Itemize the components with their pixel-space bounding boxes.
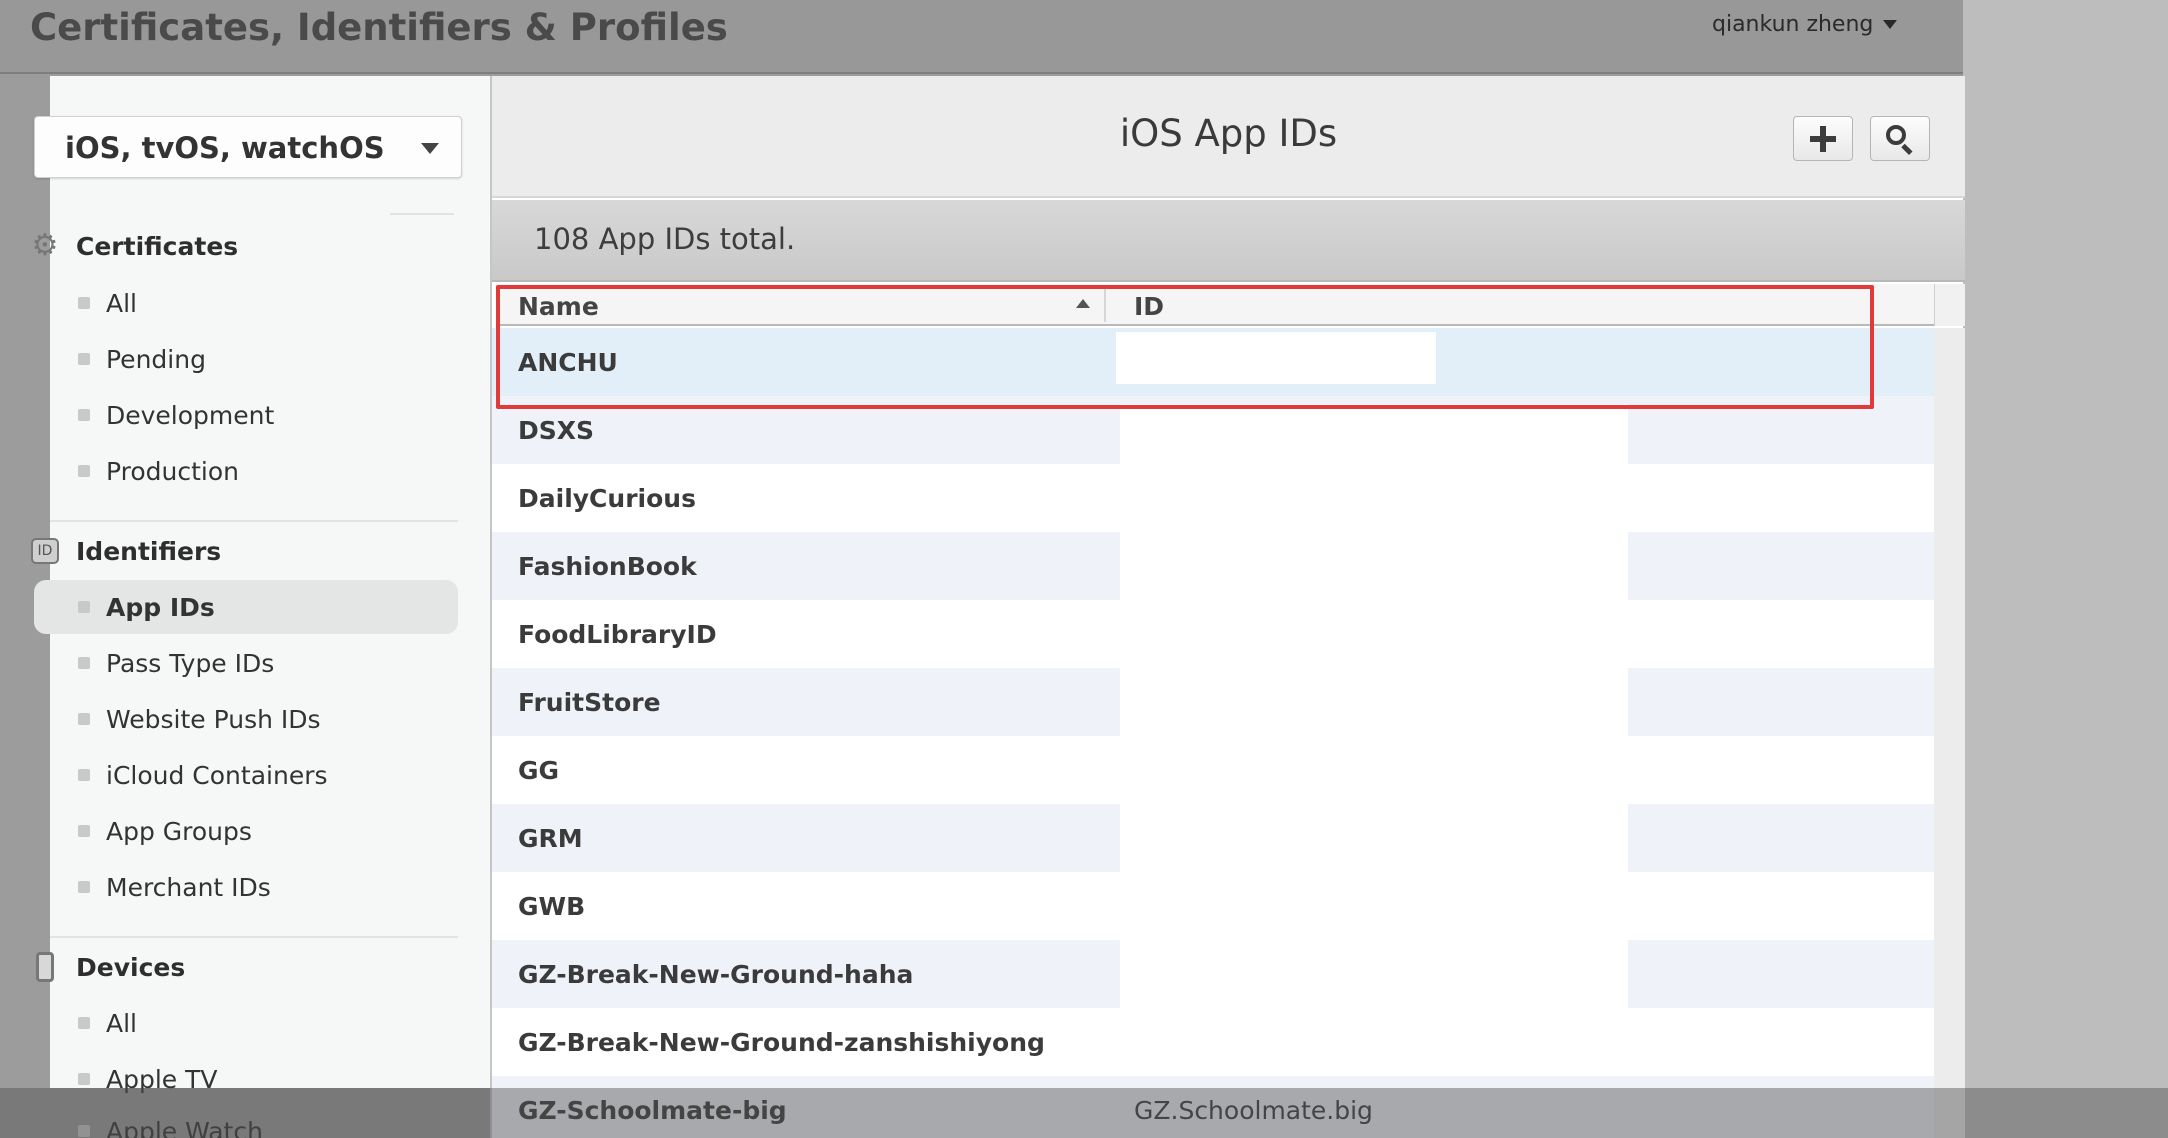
sidebar-item-icloud-containers[interactable]: iCloud Containers xyxy=(34,748,458,802)
bullet-icon xyxy=(78,713,90,725)
highlight-box xyxy=(496,285,1874,409)
redaction-block xyxy=(1120,804,1628,872)
table-row[interactable]: DailyCurious xyxy=(492,464,1934,532)
device-icon xyxy=(30,952,60,982)
sidebar-item-website-push-ids[interactable]: Website Push IDs xyxy=(34,692,458,746)
bullet-icon xyxy=(78,465,90,477)
table-row[interactable]: FoodLibraryID xyxy=(492,600,1934,668)
scroll-corner xyxy=(1934,284,1965,326)
section-certificates: ⚙ Certificates xyxy=(30,228,239,263)
section-label: Identifiers xyxy=(76,536,222,566)
bullet-icon xyxy=(78,409,90,421)
bullet-icon xyxy=(78,657,90,669)
sidebar-item-label: Website Push IDs xyxy=(106,704,321,734)
row-name: GWB xyxy=(518,892,586,921)
bullet-icon xyxy=(78,297,90,309)
sidebar-item-label: App Groups xyxy=(106,816,252,846)
row-name: FruitStore xyxy=(518,688,661,717)
sidebar-item-label: Pending xyxy=(106,344,206,374)
table-row[interactable]: GRM xyxy=(492,804,1934,872)
bullet-icon xyxy=(78,1073,90,1085)
id-badge-icon: ID xyxy=(30,536,60,566)
search-button[interactable] xyxy=(1870,116,1930,161)
chevron-down-icon xyxy=(421,143,439,154)
row-name: FoodLibraryID xyxy=(518,620,717,649)
bullet-icon xyxy=(78,353,90,365)
sidebar-item-label: All xyxy=(106,1008,137,1038)
bullet-icon xyxy=(78,601,90,613)
redaction-block xyxy=(1120,668,1628,736)
row-name: FashionBook xyxy=(518,552,697,581)
search-icon xyxy=(1886,124,1914,155)
sidebar-item-app-groups[interactable]: App Groups xyxy=(34,804,458,858)
divider xyxy=(50,936,458,938)
certificate-icon: ⚙ xyxy=(31,228,59,263)
sidebar-item-label: Merchant IDs xyxy=(106,872,271,902)
bullet-icon xyxy=(78,825,90,837)
divider xyxy=(50,520,458,522)
platform-select-value: iOS, tvOS, watchOS xyxy=(65,131,385,165)
bullet-icon xyxy=(78,881,90,893)
chevron-down-icon xyxy=(1883,20,1898,29)
sidebar-item-label: Development xyxy=(106,400,275,430)
plus-icon xyxy=(1810,125,1836,152)
section-devices: Devices xyxy=(30,952,185,982)
total-count: 108 App IDs total. xyxy=(534,222,796,256)
table-row[interactable]: GG xyxy=(492,736,1934,804)
top-header: Certificates, Identifiers & Profiles qia… xyxy=(0,0,1963,74)
sidebar-item-app-ids[interactable]: App IDs xyxy=(34,580,458,634)
row-name: GZ-Break-New-Ground-zanshishiyong xyxy=(518,1028,1045,1057)
sidebar-item-pending[interactable]: Pending xyxy=(34,332,458,386)
id-badge-text: ID xyxy=(31,538,59,564)
sidebar-item-label: Pass Type IDs xyxy=(106,648,275,678)
redaction-block xyxy=(1120,940,1628,1008)
row-name: DailyCurious xyxy=(518,484,696,513)
sidebar-item-label: All xyxy=(106,288,137,318)
divider xyxy=(390,213,454,215)
count-bar: 108 App IDs total. xyxy=(492,200,1965,282)
row-name: DSXS xyxy=(518,416,595,445)
page-title: iOS App IDs xyxy=(1119,112,1338,155)
section-label: Certificates xyxy=(76,231,239,261)
sidebar-item-certificates-all[interactable]: All xyxy=(34,276,458,330)
main-header: iOS App IDs xyxy=(492,76,1965,198)
table-row[interactable]: GZ-Break-New-Ground-haha xyxy=(492,940,1934,1008)
app-id-table: ANCHU DSXS DailyCurious FashionBook Food… xyxy=(492,328,1934,1138)
user-menu[interactable]: qiankun zheng xyxy=(1712,12,1898,37)
sidebar-item-pass-type-ids[interactable]: Pass Type IDs xyxy=(34,636,458,690)
table-row[interactable]: GWB xyxy=(492,872,1934,940)
user-name: qiankun zheng xyxy=(1712,12,1874,37)
table-row[interactable]: FruitStore xyxy=(492,668,1934,736)
section-identifiers: ID Identifiers xyxy=(30,536,221,566)
sidebar-item-development[interactable]: Development xyxy=(34,388,458,442)
bullet-icon xyxy=(78,769,90,781)
row-name: GG xyxy=(518,756,560,785)
row-name: GRM xyxy=(518,824,583,853)
bullet-icon xyxy=(78,1017,90,1029)
right-margin xyxy=(1963,0,2168,1138)
platform-select[interactable]: iOS, tvOS, watchOS xyxy=(34,116,462,178)
scrollbar[interactable] xyxy=(1934,328,1965,1138)
sidebar-item-label: App IDs xyxy=(106,592,215,622)
section-label: Devices xyxy=(76,952,186,982)
main-panel: iOS App IDs 108 App IDs total. Name ID A… xyxy=(490,76,1965,1138)
redaction-block xyxy=(1120,532,1628,600)
row-name: GZ-Break-New-Ground-haha xyxy=(518,960,914,989)
sidebar-item-devices-all[interactable]: All xyxy=(34,996,458,1050)
table-row[interactable]: GZ-Break-New-Ground-zanshishiyong xyxy=(492,1008,1934,1076)
sidebar-item-label: Production xyxy=(106,456,240,486)
sidebar-item-production[interactable]: Production xyxy=(34,444,458,498)
bottom-overlay xyxy=(0,1088,2168,1138)
redaction-block xyxy=(1120,404,1628,464)
add-app-id-button[interactable] xyxy=(1793,116,1853,161)
app-title: Certificates, Identifiers & Profiles xyxy=(30,6,728,49)
table-row[interactable]: FashionBook xyxy=(492,532,1934,600)
sidebar-item-label: iCloud Containers xyxy=(106,760,328,790)
sidebar-item-merchant-ids[interactable]: Merchant IDs xyxy=(34,860,458,914)
